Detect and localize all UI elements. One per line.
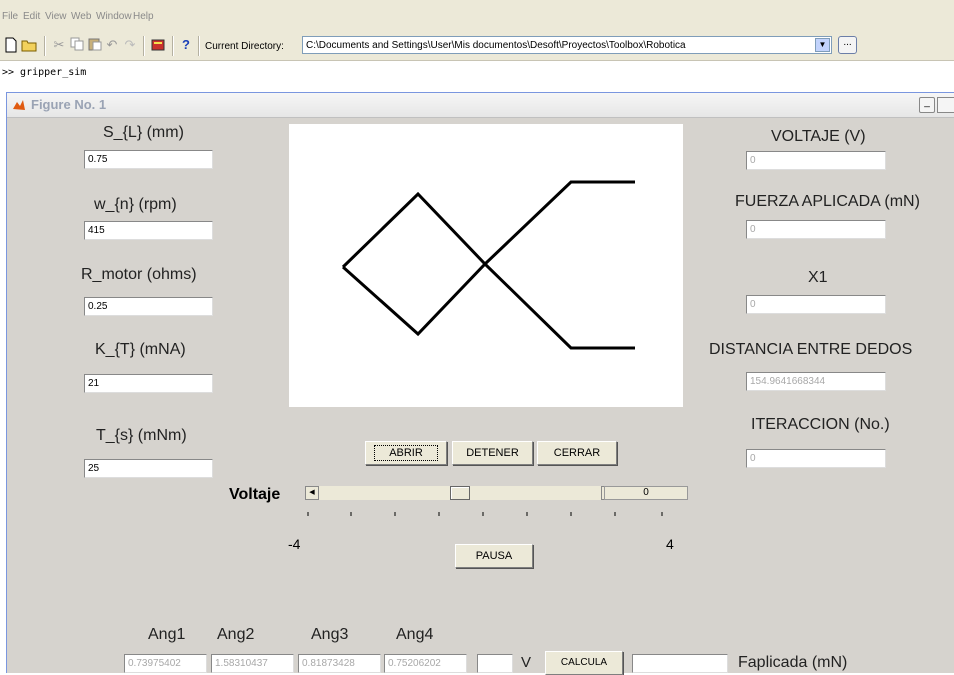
- fuerza-aplicada-output: 0: [746, 220, 886, 239]
- gripper-plot: [289, 124, 683, 407]
- abrir-button[interactable]: ABRIR: [365, 441, 447, 465]
- s-l-input[interactable]: 0.75: [84, 150, 213, 169]
- ang3-output: 0.81873428: [298, 654, 381, 673]
- k-t-label: K_{T} (mNA): [95, 341, 186, 358]
- calcula-button[interactable]: CALCULA: [545, 651, 623, 675]
- menu-view[interactable]: View: [45, 11, 67, 22]
- new-file-icon[interactable]: [3, 37, 19, 53]
- distancia-label: DISTANCIA ENTRE DEDOS: [709, 341, 913, 358]
- slider-ticks: [307, 505, 667, 516]
- fuerza-aplicada-label: FUERZA APLICADA (mN): [735, 193, 920, 210]
- figure-title-bar: Figure No. 1 _: [7, 93, 954, 118]
- t-s-label: T_{s} (mNm): [96, 427, 187, 444]
- menu-help[interactable]: Help: [133, 11, 154, 22]
- ang3-label: Ang3: [311, 626, 349, 643]
- chevron-down-icon[interactable]: ▼: [815, 38, 830, 52]
- slider-left-arrow-icon[interactable]: ◀: [305, 486, 319, 500]
- volt-input[interactable]: [477, 654, 513, 673]
- r-motor-label: R_motor (ohms): [81, 266, 197, 283]
- x1-output: 0: [746, 295, 886, 314]
- figure-window: Figure No. 1 _ S_{L} (mm) 0.75 w_{n} (rp…: [6, 92, 954, 675]
- menu-bar: File Edit View Web Window Help: [0, 0, 954, 30]
- gripper-link-lower: [342, 261, 635, 350]
- s-l-label: S_{L} (mm): [103, 124, 184, 141]
- iteraccion-label: ITERACCION (No.): [751, 416, 890, 433]
- menu-web[interactable]: Web: [71, 11, 91, 22]
- paste-icon[interactable]: [87, 37, 103, 53]
- maximize-button[interactable]: [937, 97, 954, 113]
- ang2-label: Ang2: [217, 626, 255, 643]
- current-directory-value: C:\Documents and Settings\User\Mis docum…: [306, 40, 686, 51]
- toolbar-separator: [143, 36, 145, 56]
- gripper-drawing: [341, 180, 635, 350]
- matlab-logo-icon: [12, 98, 26, 112]
- current-directory-select[interactable]: C:\Documents and Settings\User\Mis docum…: [302, 36, 832, 54]
- slider-value-display: 0: [604, 486, 688, 500]
- w-n-input[interactable]: 415: [84, 221, 213, 240]
- pausa-button[interactable]: PAUSA: [455, 544, 533, 568]
- copy-icon[interactable]: [69, 37, 85, 53]
- ang1-label: Ang1: [148, 626, 186, 643]
- help-icon[interactable]: ?: [178, 37, 194, 53]
- force-input[interactable]: [632, 654, 728, 673]
- toolbar-separator: [44, 36, 46, 56]
- current-directory-label: Current Directory:: [205, 41, 284, 52]
- menu-edit[interactable]: Edit: [23, 11, 40, 22]
- toolbar-separator: [172, 36, 174, 56]
- voltaje-output: 0: [746, 151, 886, 170]
- ang1-output: 0.73975402: [124, 654, 207, 673]
- distancia-output: 154.9641668344: [746, 372, 886, 391]
- gripper-link-upper: [341, 180, 635, 269]
- slider-min-label: -4: [288, 536, 301, 552]
- x1-label: X1: [808, 269, 828, 286]
- open-folder-icon[interactable]: [21, 37, 37, 53]
- w-n-label: w_{n} (rpm): [94, 196, 177, 213]
- cut-icon[interactable]: ✂: [51, 37, 67, 53]
- ang4-output: 0.75206202: [384, 654, 467, 673]
- undo-icon[interactable]: ↶: [104, 37, 120, 53]
- redo-icon[interactable]: ↷: [122, 37, 138, 53]
- command-window[interactable]: >> gripper_sim: [0, 61, 954, 85]
- command-line: >> gripper_sim: [2, 67, 87, 78]
- iteraccion-output: 0: [746, 449, 886, 468]
- detener-button[interactable]: DETENER: [452, 441, 533, 465]
- slider-ticks-svg: [307, 512, 663, 516]
- minimize-button[interactable]: _: [919, 97, 935, 113]
- slider-thumb[interactable]: [450, 486, 470, 500]
- k-t-input[interactable]: 21: [84, 374, 213, 393]
- ang2-output: 1.58310437: [211, 654, 294, 673]
- menu-window[interactable]: Window: [96, 11, 132, 22]
- menu-file[interactable]: File: [2, 11, 18, 22]
- r-motor-input[interactable]: 0.25: [84, 297, 213, 316]
- cerrar-button[interactable]: CERRAR: [537, 441, 617, 465]
- slider-max-label: 4: [666, 536, 674, 552]
- volt-unit-label: V: [521, 654, 532, 671]
- voltaje-slider[interactable]: ◀ ▶: [305, 486, 615, 500]
- simulink-icon[interactable]: [150, 37, 166, 53]
- ang4-label: Ang4: [396, 626, 434, 643]
- toolbar-separator: [198, 36, 200, 56]
- t-s-input[interactable]: 25: [84, 459, 213, 478]
- toolbar: ✂ ↶ ↷ ? Current Directory: C:\Documents …: [0, 30, 954, 61]
- figure-title: Figure No. 1: [31, 97, 107, 112]
- voltaje-slider-label: Voltaje: [229, 486, 281, 503]
- browse-directory-button[interactable]: ...: [838, 36, 857, 54]
- voltaje-label: VOLTAJE (V): [771, 128, 866, 145]
- abrir-button-label: ABRIR: [374, 445, 438, 461]
- faplicada-label: Faplicada (mN): [738, 654, 848, 671]
